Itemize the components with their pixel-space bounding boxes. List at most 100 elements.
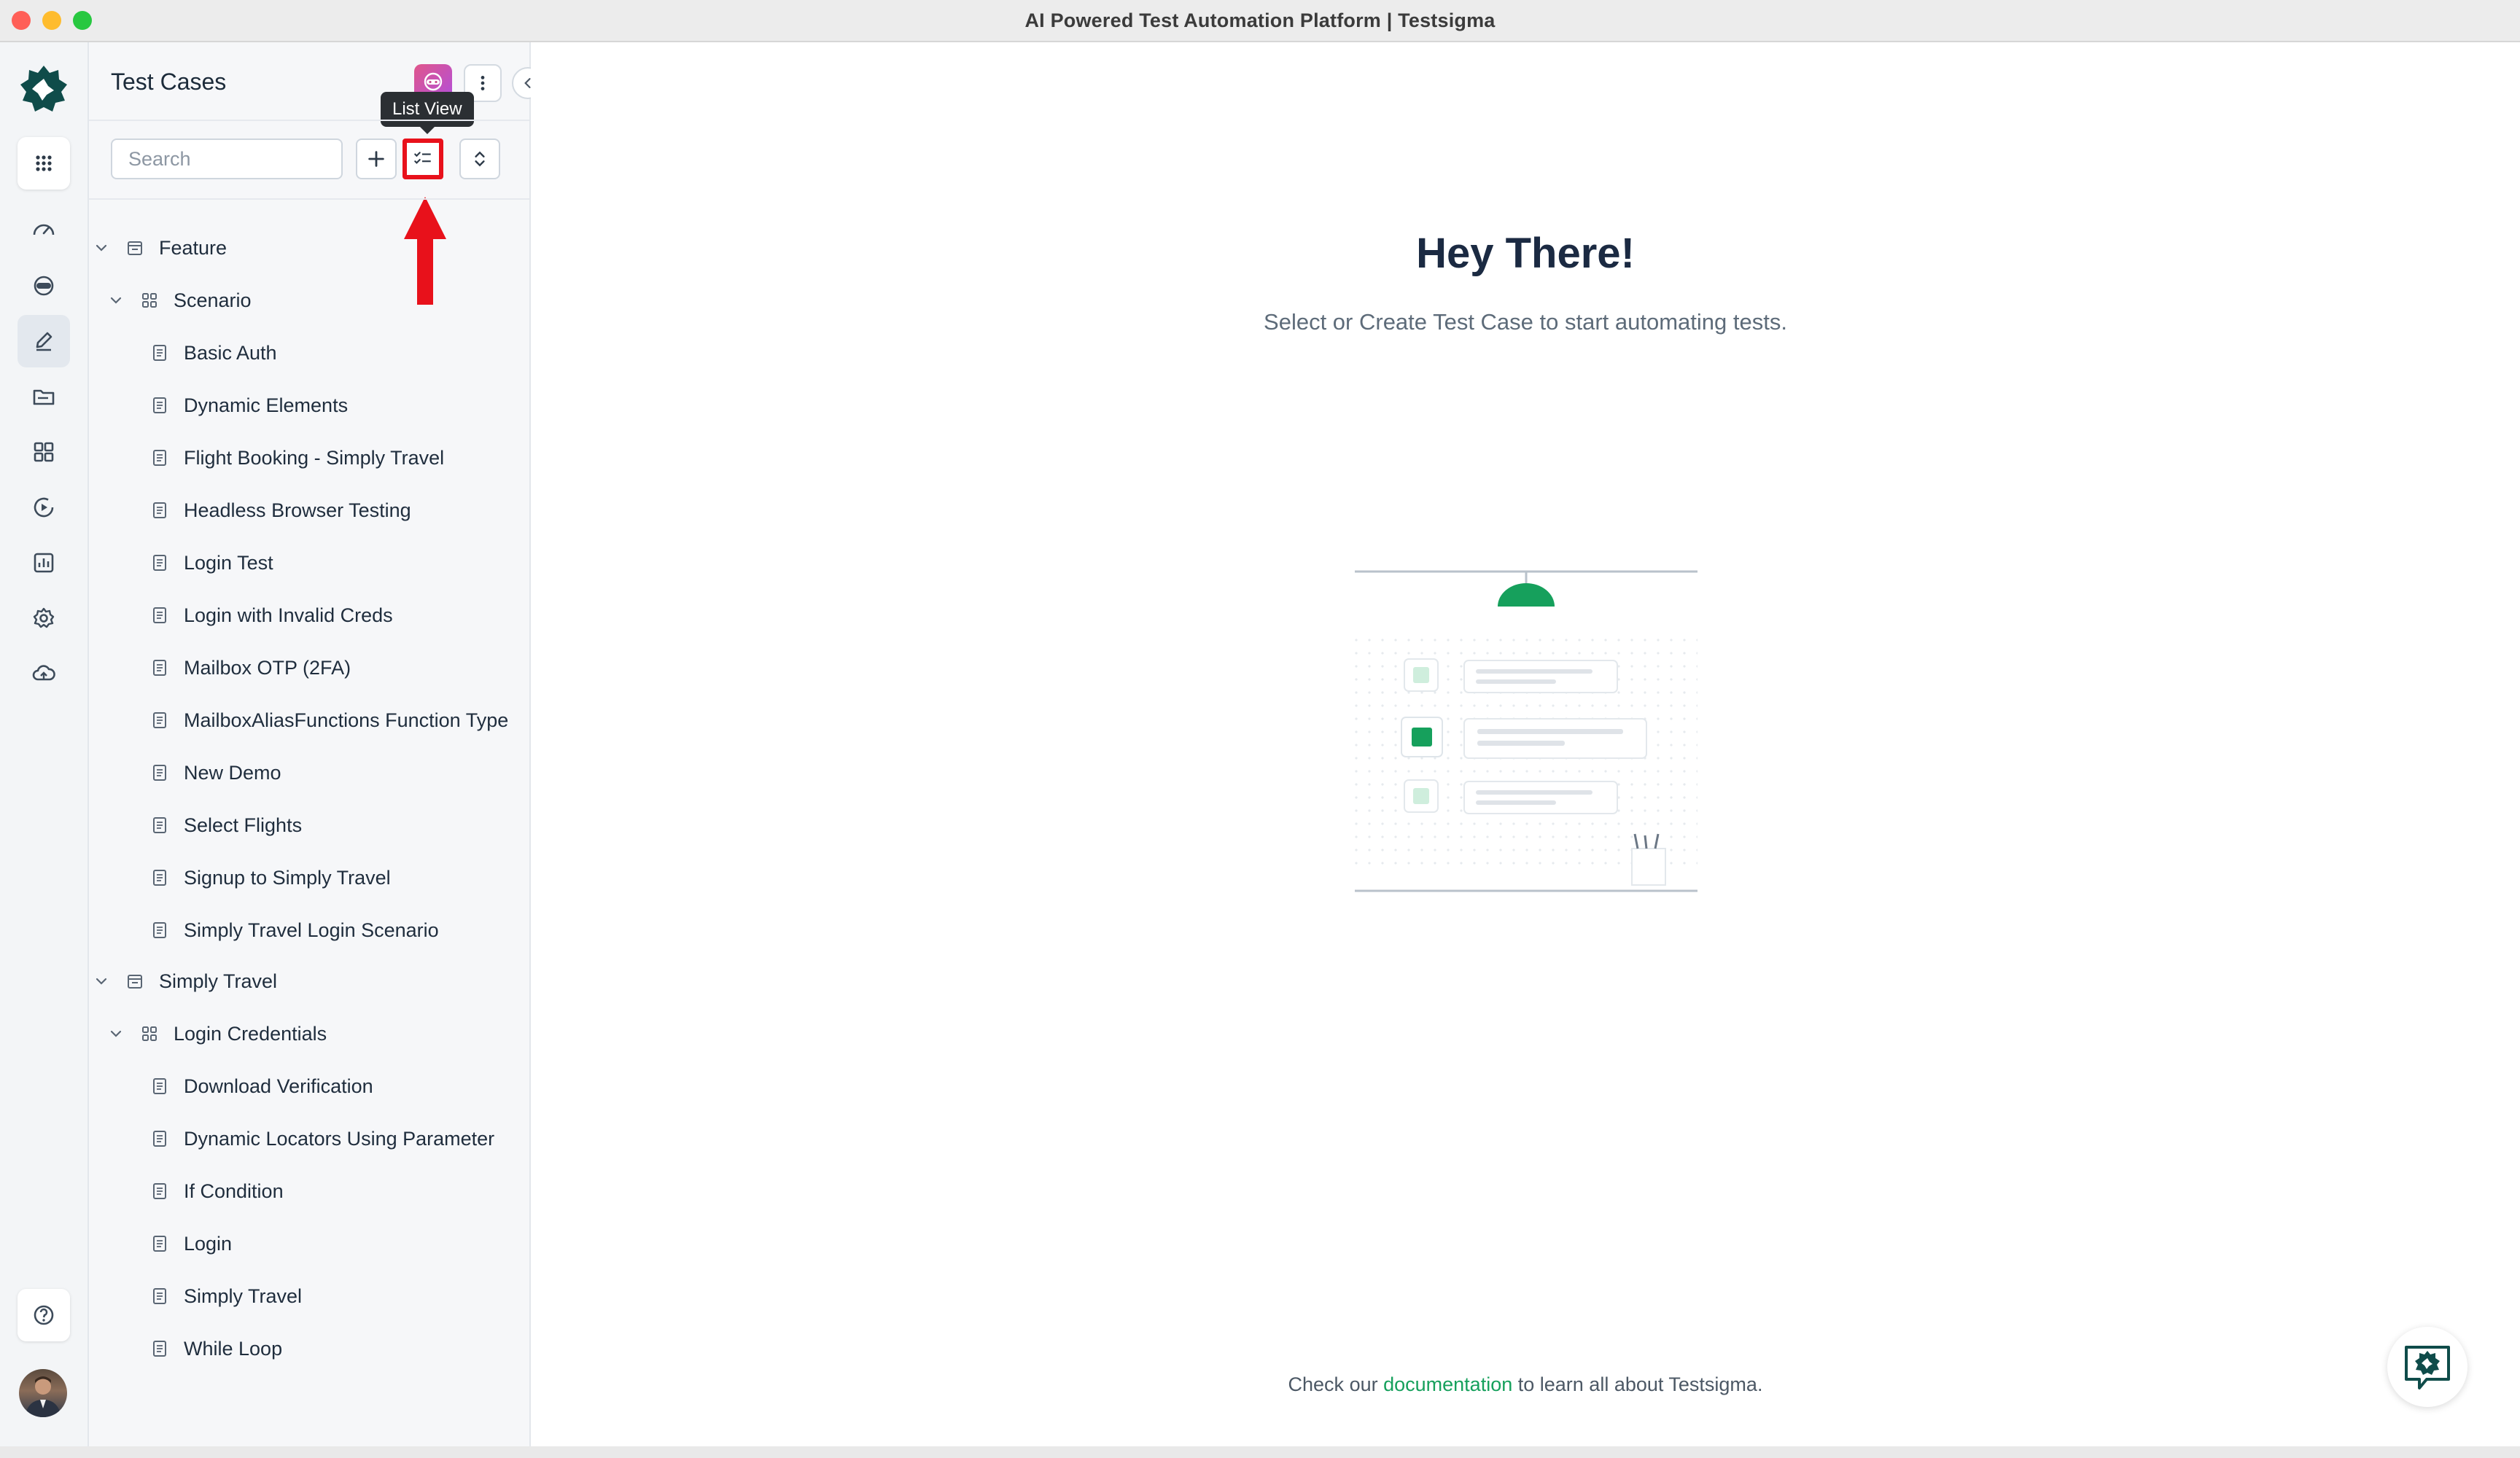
nav-ai-agent[interactable] [18, 260, 70, 312]
nav-test-cases[interactable] [18, 315, 70, 367]
tree-test-case-row[interactable]: Download Verification [150, 1072, 373, 1101]
tree-test-case-row[interactable]: Dynamic Elements [150, 391, 348, 420]
testsigma-logo-icon[interactable] [15, 60, 73, 118]
nav-settings[interactable] [18, 592, 70, 644]
chevron-down-icon[interactable] [108, 1026, 124, 1042]
tree-test-case-label: Login Test [184, 551, 273, 574]
panel-title: Test Cases [111, 69, 227, 95]
plus-icon [368, 151, 384, 167]
window-controls [12, 11, 92, 30]
test-case-icon [153, 502, 166, 518]
tree-test-case-label: While Loop [184, 1337, 283, 1360]
apps-grid-button[interactable] [18, 137, 70, 190]
tree-test-case-row[interactable]: Flight Booking - Simply Travel [150, 443, 444, 472]
chevron-down-icon[interactable] [93, 240, 109, 256]
tree-test-case-label: New Demo [184, 761, 281, 784]
tree-test-case-row[interactable]: Login [150, 1229, 232, 1258]
test-case-icon [153, 817, 166, 833]
tree-feature-row[interactable]: Simply Travel [93, 967, 277, 996]
tree-test-case-row[interactable]: Mailbox OTP (2FA) [150, 653, 351, 682]
empty-state-subheading: Select or Create Test Case to start auto… [1264, 309, 1787, 335]
tree-test-case-row[interactable]: Login Test [150, 548, 273, 577]
sort-chevrons-icon [475, 151, 485, 167]
tree-test-case-row[interactable]: New Demo [150, 758, 281, 787]
test-case-icon [153, 1183, 166, 1199]
search-input[interactable] [111, 139, 343, 179]
tree-test-case-label: If Condition [184, 1180, 284, 1202]
tree-scenario-row[interactable]: Login Credentials [108, 1019, 327, 1048]
test-case-icon [153, 1131, 166, 1147]
scenario-icon [142, 293, 157, 308]
chat-support-button[interactable] [2387, 1327, 2468, 1407]
edit-test-icon [36, 332, 52, 351]
test-case-icon [153, 1078, 166, 1094]
nav-reports[interactable] [18, 537, 70, 589]
tree-test-case-row[interactable]: Headless Browser Testing [150, 496, 411, 525]
tree-test-case-row[interactable]: Simply Travel [150, 1282, 302, 1311]
tree-feature-row[interactable]: Feature [93, 233, 227, 262]
nav-modules[interactable] [18, 426, 70, 478]
chevron-down-icon[interactable] [108, 292, 124, 308]
window-title: AI Powered Test Automation Platform | Te… [1024, 9, 1496, 31]
documentation-link[interactable]: documentation [1383, 1373, 1512, 1395]
tree-test-case-row[interactable]: If Condition [150, 1177, 284, 1206]
empty-state-heading: Hey There! [1416, 230, 1635, 277]
test-case-icon [153, 450, 166, 466]
test-case-icon [153, 765, 166, 781]
test-case-icon [153, 555, 166, 571]
tree-test-case-label: Mailbox OTP (2FA) [184, 656, 351, 679]
help-button[interactable] [18, 1289, 70, 1341]
tree-test-case-row[interactable]: Signup to Simply Travel [150, 863, 391, 892]
settings-icon [33, 607, 55, 628]
footer-prefix: Check our [1288, 1373, 1378, 1395]
test-case-icon [153, 1288, 166, 1304]
tree-test-case-label: Headless Browser Testing [184, 499, 411, 521]
user-avatar[interactable] [19, 1369, 67, 1417]
window-bottom-edge [0, 1446, 2520, 1458]
tree-test-case-row[interactable]: Simply Travel Login Scenario [150, 916, 439, 945]
help-icon [34, 1305, 54, 1325]
ai-assistant-icon [424, 72, 443, 91]
tree-test-case-row[interactable]: Basic Auth [150, 338, 277, 367]
main-content: Hey There! Select or Create Test Case to… [531, 42, 2520, 1446]
panel-divider [89, 120, 529, 121]
tree-test-case-label: Download Verification [184, 1075, 373, 1097]
nav-run[interactable] [18, 481, 70, 534]
list-view-tooltip: List View [381, 92, 474, 134]
run-icon [34, 497, 54, 518]
feature-icon [128, 975, 142, 989]
tree-test-case-label: Simply Travel Login Scenario [184, 919, 439, 941]
test-cases-panel: Test Cases List View Search Feature Scen… [89, 42, 544, 1446]
tree-test-case-row[interactable]: Select Flights [150, 811, 302, 840]
tree-test-case-label: Dynamic Elements [184, 394, 349, 416]
test-case-icon [153, 1341, 166, 1357]
tree-test-case-row[interactable]: Dynamic Locators Using Parameter [150, 1124, 494, 1153]
nav-test-data[interactable] [18, 370, 70, 423]
nav-cloud[interactable] [18, 647, 70, 700]
close-window-button[interactable] [12, 11, 31, 30]
footer-suffix: to learn all about Testsigma. [1517, 1373, 1763, 1395]
nav-dashboard[interactable] [18, 204, 70, 257]
maximize-window-button[interactable] [73, 11, 92, 30]
cloud-icon [32, 665, 55, 681]
left-nav [0, 42, 89, 1446]
chevron-down-icon[interactable] [93, 973, 109, 989]
tree-test-case-row[interactable]: Login with Invalid Creds [150, 601, 393, 630]
test-case-icon [153, 345, 166, 361]
tree-test-case-label: Dynamic Locators Using Parameter [184, 1127, 495, 1150]
tree-test-case-row[interactable]: While Loop [150, 1334, 282, 1363]
list-view-button[interactable] [402, 139, 443, 179]
tree-test-case-label: Flight Booking - Simply Travel [184, 446, 445, 469]
tree-scenario-row[interactable]: Scenario [108, 286, 252, 315]
dashboard-icon [33, 224, 55, 235]
test-case-icon [153, 1236, 166, 1252]
add-test-case-button[interactable] [356, 139, 397, 179]
tree-scenario-label: Login Credentials [174, 1022, 327, 1045]
minimize-window-button[interactable] [42, 11, 61, 30]
empty-state-illustration-icon [1355, 570, 1698, 892]
sort-button[interactable] [459, 139, 500, 179]
reports-icon [34, 553, 54, 573]
user-photo-icon [25, 1376, 61, 1417]
tree-test-case-row[interactable]: MailboxAliasFunctions Function Type [150, 706, 508, 735]
test-case-icon [153, 660, 166, 676]
